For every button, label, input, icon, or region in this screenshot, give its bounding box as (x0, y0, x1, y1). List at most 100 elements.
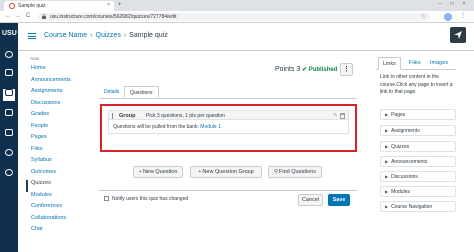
minimize-icon[interactable]: – (434, 1, 446, 7)
points-label: Points (275, 66, 295, 73)
trash-icon[interactable] (340, 113, 345, 119)
breadcrumb-separator: › (90, 32, 93, 39)
tabs-divider (99, 98, 357, 99)
course-nav-home[interactable]: Home (26, 65, 88, 77)
history-icon[interactable] (3, 149, 15, 161)
content-sidebar: Links Files Images Link to other content… (376, 57, 456, 97)
favicon-icon (9, 3, 15, 9)
hamburger-menu-icon[interactable] (28, 33, 36, 39)
course-nav-grades[interactable]: Grades (26, 111, 88, 123)
maximize-icon[interactable]: □ (446, 1, 458, 7)
course-nav-announcements[interactable]: Announcements (26, 77, 88, 89)
course-nav-toggle[interactable]: Auto (30, 56, 88, 65)
course-navigation: Auto Home Announcements Assignments Disc… (26, 56, 88, 238)
close-window-icon[interactable]: × (458, 1, 470, 7)
quiz-options-button[interactable]: ⋮ (340, 63, 353, 76)
calendar-icon[interactable] (3, 109, 15, 121)
immersive-reader-icon[interactable] (450, 27, 466, 43)
check-icon: ✔ (302, 67, 308, 73)
reload-button[interactable]: C (26, 13, 30, 19)
sidebar-tab-files[interactable]: Files (405, 57, 425, 70)
course-nav-quizzes[interactable]: Quizzes (26, 180, 88, 192)
tab-close-icon[interactable]: × (107, 2, 110, 8)
course-nav-chat[interactable]: Chat (26, 226, 88, 238)
expand-triangle-icon: ▶ (385, 189, 389, 194)
global-navigation: USU (0, 23, 18, 252)
breadcrumb-current: Sample quiz (129, 32, 168, 39)
course-nav-outcomes[interactable]: Outcomes (26, 169, 88, 181)
course-nav-assignments[interactable]: Assignments (26, 88, 88, 100)
new-question-button[interactable]: +New Question (133, 166, 183, 178)
expand-triangle-icon: ▶ (385, 144, 389, 149)
published-label: Published (308, 67, 338, 73)
find-questions-button[interactable]: ⚲Find Questions (268, 166, 322, 178)
course-nav-discussions[interactable]: Discussions (26, 100, 88, 112)
plus-icon: + (198, 169, 202, 175)
cancel-button[interactable]: Cancel (298, 194, 323, 206)
edit-pencil-icon[interactable]: ✎ (333, 112, 338, 119)
dashboard-icon[interactable] (3, 69, 15, 81)
course-nav-pages[interactable]: Pages (26, 134, 88, 146)
expand-triangle-icon: ▶ (385, 112, 389, 117)
expand-triangle-icon: ▶ (385, 204, 389, 209)
notify-users-checkbox[interactable] (104, 196, 109, 201)
forward-button[interactable]: → (15, 13, 21, 19)
tab-title: Sample quiz (18, 3, 46, 9)
sidebar-item-pages[interactable]: ▶ Pages (380, 109, 456, 120)
sidebar-item-label: Discussions (391, 174, 418, 180)
sidebar-tabs: Links Files Images (376, 57, 456, 70)
plus-icon: + (138, 169, 142, 175)
sidebar-item-course-navigation[interactable]: ▶ Course Navigation (380, 201, 456, 212)
tab-questions[interactable]: Questions (124, 86, 159, 98)
account-icon[interactable] (3, 51, 15, 63)
sidebar-item-label: Announcements (391, 159, 428, 165)
save-button[interactable]: Save (328, 194, 350, 206)
usu-logo[interactable]: USU (2, 27, 17, 41)
notify-users-label: Notify users this quiz has changed (112, 196, 189, 202)
course-nav-collaborations[interactable]: Collaborations (26, 215, 88, 227)
breadcrumb: Course Name › Quizzes › Sample quiz (44, 32, 168, 39)
bookmark-star-icon[interactable]: ☆ (421, 13, 426, 20)
new-group-label: New Question Group (202, 169, 254, 175)
group-label: Group (119, 113, 136, 119)
published-status[interactable]: ✔ Published (302, 66, 337, 73)
group-pick-text: Pick 3 questions, 1 pts per question (146, 113, 225, 119)
course-nav-files[interactable]: Files (26, 146, 88, 158)
sidebar-item-label: Pages (391, 112, 406, 118)
question-group-highlight: Group Pick 3 questions, 1 pts per questi… (100, 104, 357, 152)
course-nav-modules[interactable]: Modules (26, 192, 88, 204)
tab-details[interactable]: Details (99, 86, 124, 98)
question-group-body: Questions will be pulled from the bank: … (108, 120, 349, 134)
sidebar-help-text: Link to other content in the course.Clic… (380, 74, 453, 95)
sidebar-item-quizzes[interactable]: ▶ Quizzes (380, 141, 456, 152)
sidebar-item-modules[interactable]: ▶ Modules (380, 186, 456, 197)
profile-avatar[interactable] (444, 13, 452, 21)
breadcrumb-quizzes[interactable]: Quizzes (96, 32, 121, 39)
help-icon[interactable] (3, 169, 15, 181)
course-header: Course Name › Quizzes › Sample quiz (18, 23, 474, 51)
drag-handle-icon[interactable] (112, 113, 113, 119)
url-bar[interactable]: usu.instructure.com/courses/562682/quizz… (38, 13, 430, 21)
sidebar-item-announcements[interactable]: ▶ Announcements (380, 156, 456, 167)
address-bar: ← → C usu.instructure.com/courses/562682… (0, 11, 474, 23)
course-nav-people[interactable]: People (26, 123, 88, 135)
sidebar-item-discussions[interactable]: ▶ Discussions (380, 171, 456, 182)
sidebar-tab-images[interactable]: Images (426, 57, 452, 70)
courses-icon[interactable] (3, 89, 15, 101)
browser-tab[interactable]: Sample quiz × (4, 1, 114, 11)
new-question-group-button[interactable]: +New Question Group (190, 166, 262, 178)
new-question-label: New Question (142, 169, 178, 175)
expand-triangle-icon: ▶ (385, 128, 389, 133)
sidebar-tab-links[interactable]: Links (378, 57, 401, 70)
find-questions-label: Find Questions (279, 169, 317, 175)
sidebar-item-assignments[interactable]: ▶ Assignments (380, 125, 456, 136)
browser-menu-icon[interactable]: ⋮ (460, 12, 466, 19)
bank-link[interactable]: Module 1 (200, 124, 221, 130)
inbox-icon[interactable] (3, 129, 15, 141)
sidebar-item-label: Assignments (391, 128, 420, 134)
course-nav-syllabus[interactable]: Syllabus (26, 157, 88, 169)
back-button[interactable]: ← (5, 13, 11, 19)
new-tab-button[interactable]: + (118, 2, 122, 8)
course-nav-conferences[interactable]: Conferences (26, 203, 88, 215)
breadcrumb-course[interactable]: Course Name (44, 32, 87, 39)
